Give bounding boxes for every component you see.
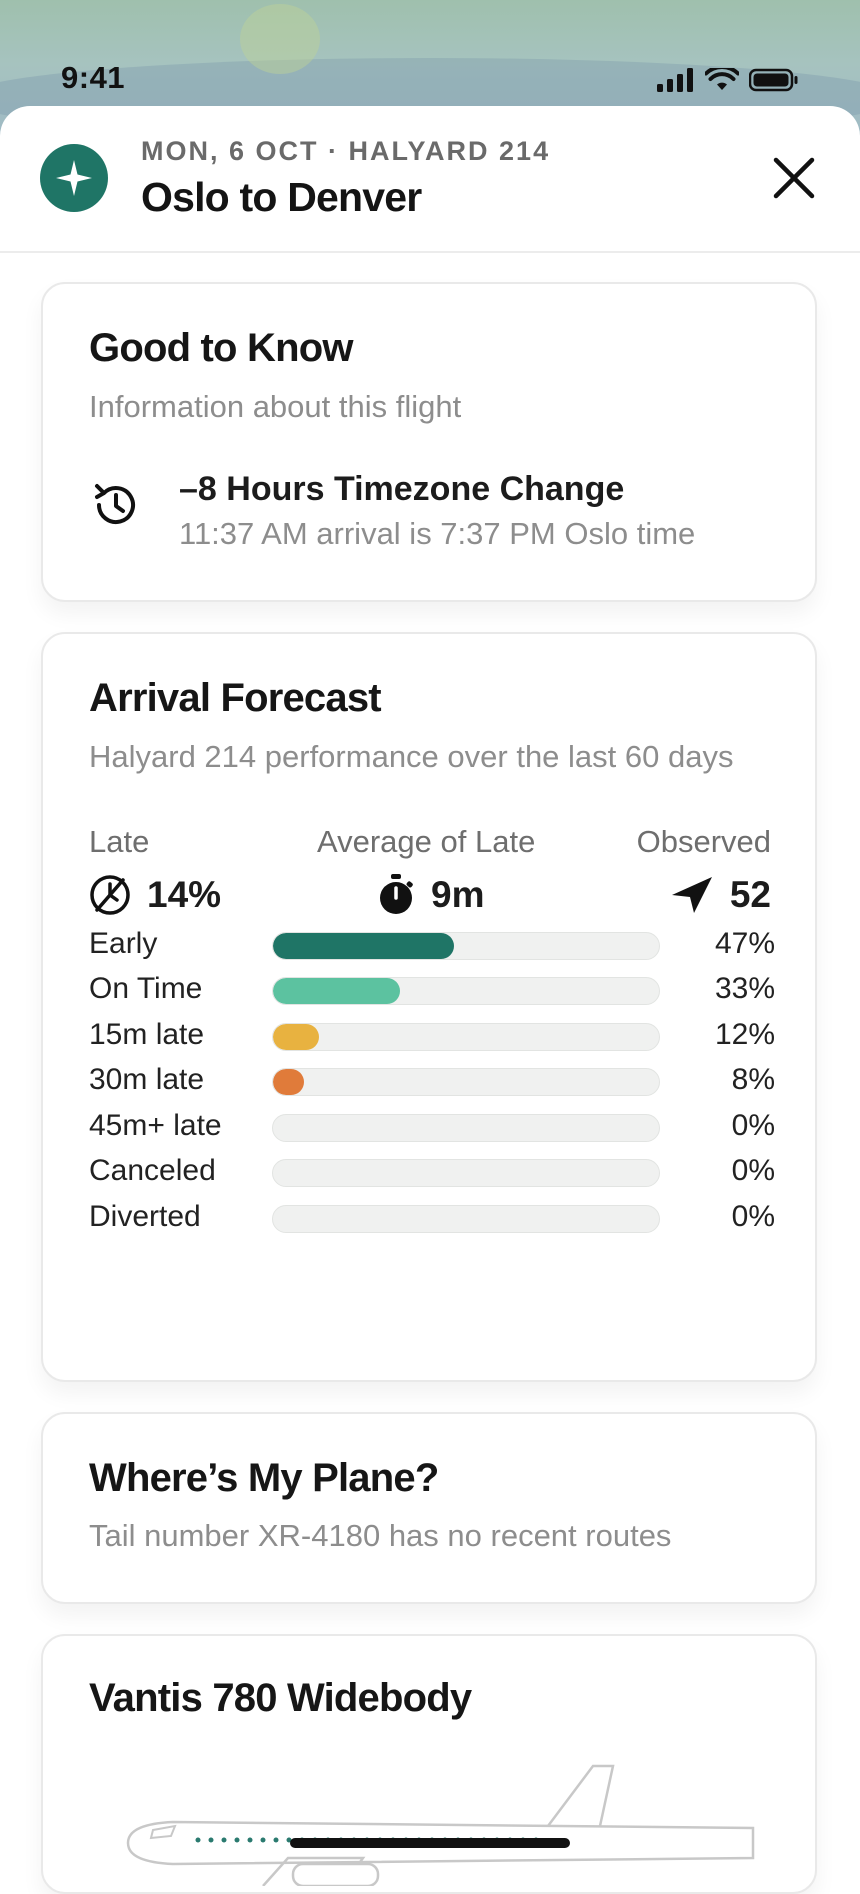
forecast-row: Canceled 0% <box>89 1151 775 1191</box>
timezone-clock-icon <box>95 484 135 525</box>
where-my-plane-subtitle: Tail number XR-4180 has no recent routes <box>89 1518 672 1553</box>
stat-late-number: 14% <box>147 874 222 915</box>
forecast-row-percent: 0% <box>731 1109 775 1142</box>
route-title: Oslo to Denver <box>141 174 422 220</box>
forecast-row-percent: 0% <box>731 1154 775 1187</box>
forecast-row-label: Early <box>89 927 158 960</box>
stat-late-value: 14% <box>89 874 221 916</box>
forecast-bar-fill <box>273 978 401 1004</box>
good-to-know-title: Good to Know <box>89 326 353 370</box>
forecast-row-label: Canceled <box>89 1154 216 1187</box>
status-icons <box>657 68 799 92</box>
stat-late-label: Late <box>89 824 150 859</box>
stopwatch-icon <box>380 874 413 914</box>
plane-icon <box>671 877 712 913</box>
forecast-row: 15m late 12% <box>89 1015 775 1055</box>
arrival-forecast-card: Arrival Forecast Halyard 214 performance… <box>41 632 817 1382</box>
forecast-row: Early 47% <box>89 924 775 964</box>
forecast-row-percent: 33% <box>714 972 775 1005</box>
forecast-bar-track <box>272 932 660 960</box>
forecast-row: On Time 33% <box>89 969 775 1009</box>
stat-average-late-label: Average of Late <box>317 824 536 859</box>
forecast-bar-track <box>272 1114 660 1142</box>
home-indicator <box>290 1838 570 1848</box>
close-icon <box>773 157 815 199</box>
stat-average-late-value: 9m <box>377 874 484 916</box>
aircraft-title: Vantis 780 Widebody <box>89 1676 472 1720</box>
flight-date-number: MON, 6 OCT · HALYARD 214 <box>141 136 551 166</box>
aircraft-illustration-icon <box>126 1764 755 1886</box>
forecast-row: 30m late 8% <box>89 1060 775 1100</box>
forecast-bar-track <box>272 1023 660 1051</box>
sheet-header: MON, 6 OCT · HALYARD 214 Oslo to Denver <box>0 106 860 253</box>
star-icon <box>56 160 92 196</box>
arrival-forecast-subtitle: Halyard 214 performance over the last 60… <box>89 739 734 774</box>
forecast-bar-fill <box>273 933 455 959</box>
status-bar: 9:41 <box>0 0 860 110</box>
forecast-row-label: 45m+ late <box>89 1109 222 1142</box>
forecast-bar-track <box>272 1159 660 1187</box>
good-to-know-card: Good to Know Information about this flig… <box>41 282 817 602</box>
status-time: 9:41 <box>61 60 126 95</box>
forecast-row-label: On Time <box>89 972 203 1005</box>
where-my-plane-card[interactable]: Where’s My Plane? Tail number XR-4180 ha… <box>41 1412 817 1604</box>
stat-observed-label: Observed <box>636 824 771 859</box>
forecast-row-label: 30m late <box>89 1063 205 1096</box>
late-clock-icon <box>90 875 130 915</box>
where-my-plane-title: Where’s My Plane? <box>89 1456 439 1500</box>
forecast-row: Diverted 0% <box>89 1197 775 1237</box>
aircraft-card[interactable]: Vantis 780 Widebody <box>41 1634 817 1894</box>
stat-observed-value: 52 <box>670 874 771 916</box>
forecast-row-percent: 47% <box>714 927 775 960</box>
forecast-bar-track <box>272 1068 660 1096</box>
forecast-row-label: 15m late <box>89 1018 205 1051</box>
signal-icon <box>657 68 693 92</box>
airline-logo <box>40 144 108 212</box>
forecast-row-percent: 8% <box>731 1063 775 1096</box>
forecast-row-label: Diverted <box>89 1200 201 1233</box>
forecast-row: 45m+ late 0% <box>89 1106 775 1146</box>
timezone-change-title: –8 Hours Timezone Change <box>179 470 625 508</box>
battery-icon <box>749 68 798 92</box>
close-button[interactable] <box>770 154 818 202</box>
wifi-icon <box>705 68 739 90</box>
forecast-bar-fill <box>273 1024 320 1050</box>
stat-observed-number: 52 <box>729 874 771 915</box>
timezone-change-description: 11:37 AM arrival is 7:37 PM Oslo time <box>179 516 696 551</box>
forecast-bar-track <box>272 1205 660 1233</box>
forecast-bar-track <box>272 977 660 1005</box>
stat-average-late-number: 9m <box>431 874 485 915</box>
forecast-row-percent: 12% <box>714 1018 775 1051</box>
good-to-know-subtitle: Information about this flight <box>89 389 462 424</box>
forecast-row-percent: 0% <box>731 1200 775 1233</box>
forecast-bar-fill <box>273 1069 304 1095</box>
arrival-forecast-title: Arrival Forecast <box>89 676 382 720</box>
